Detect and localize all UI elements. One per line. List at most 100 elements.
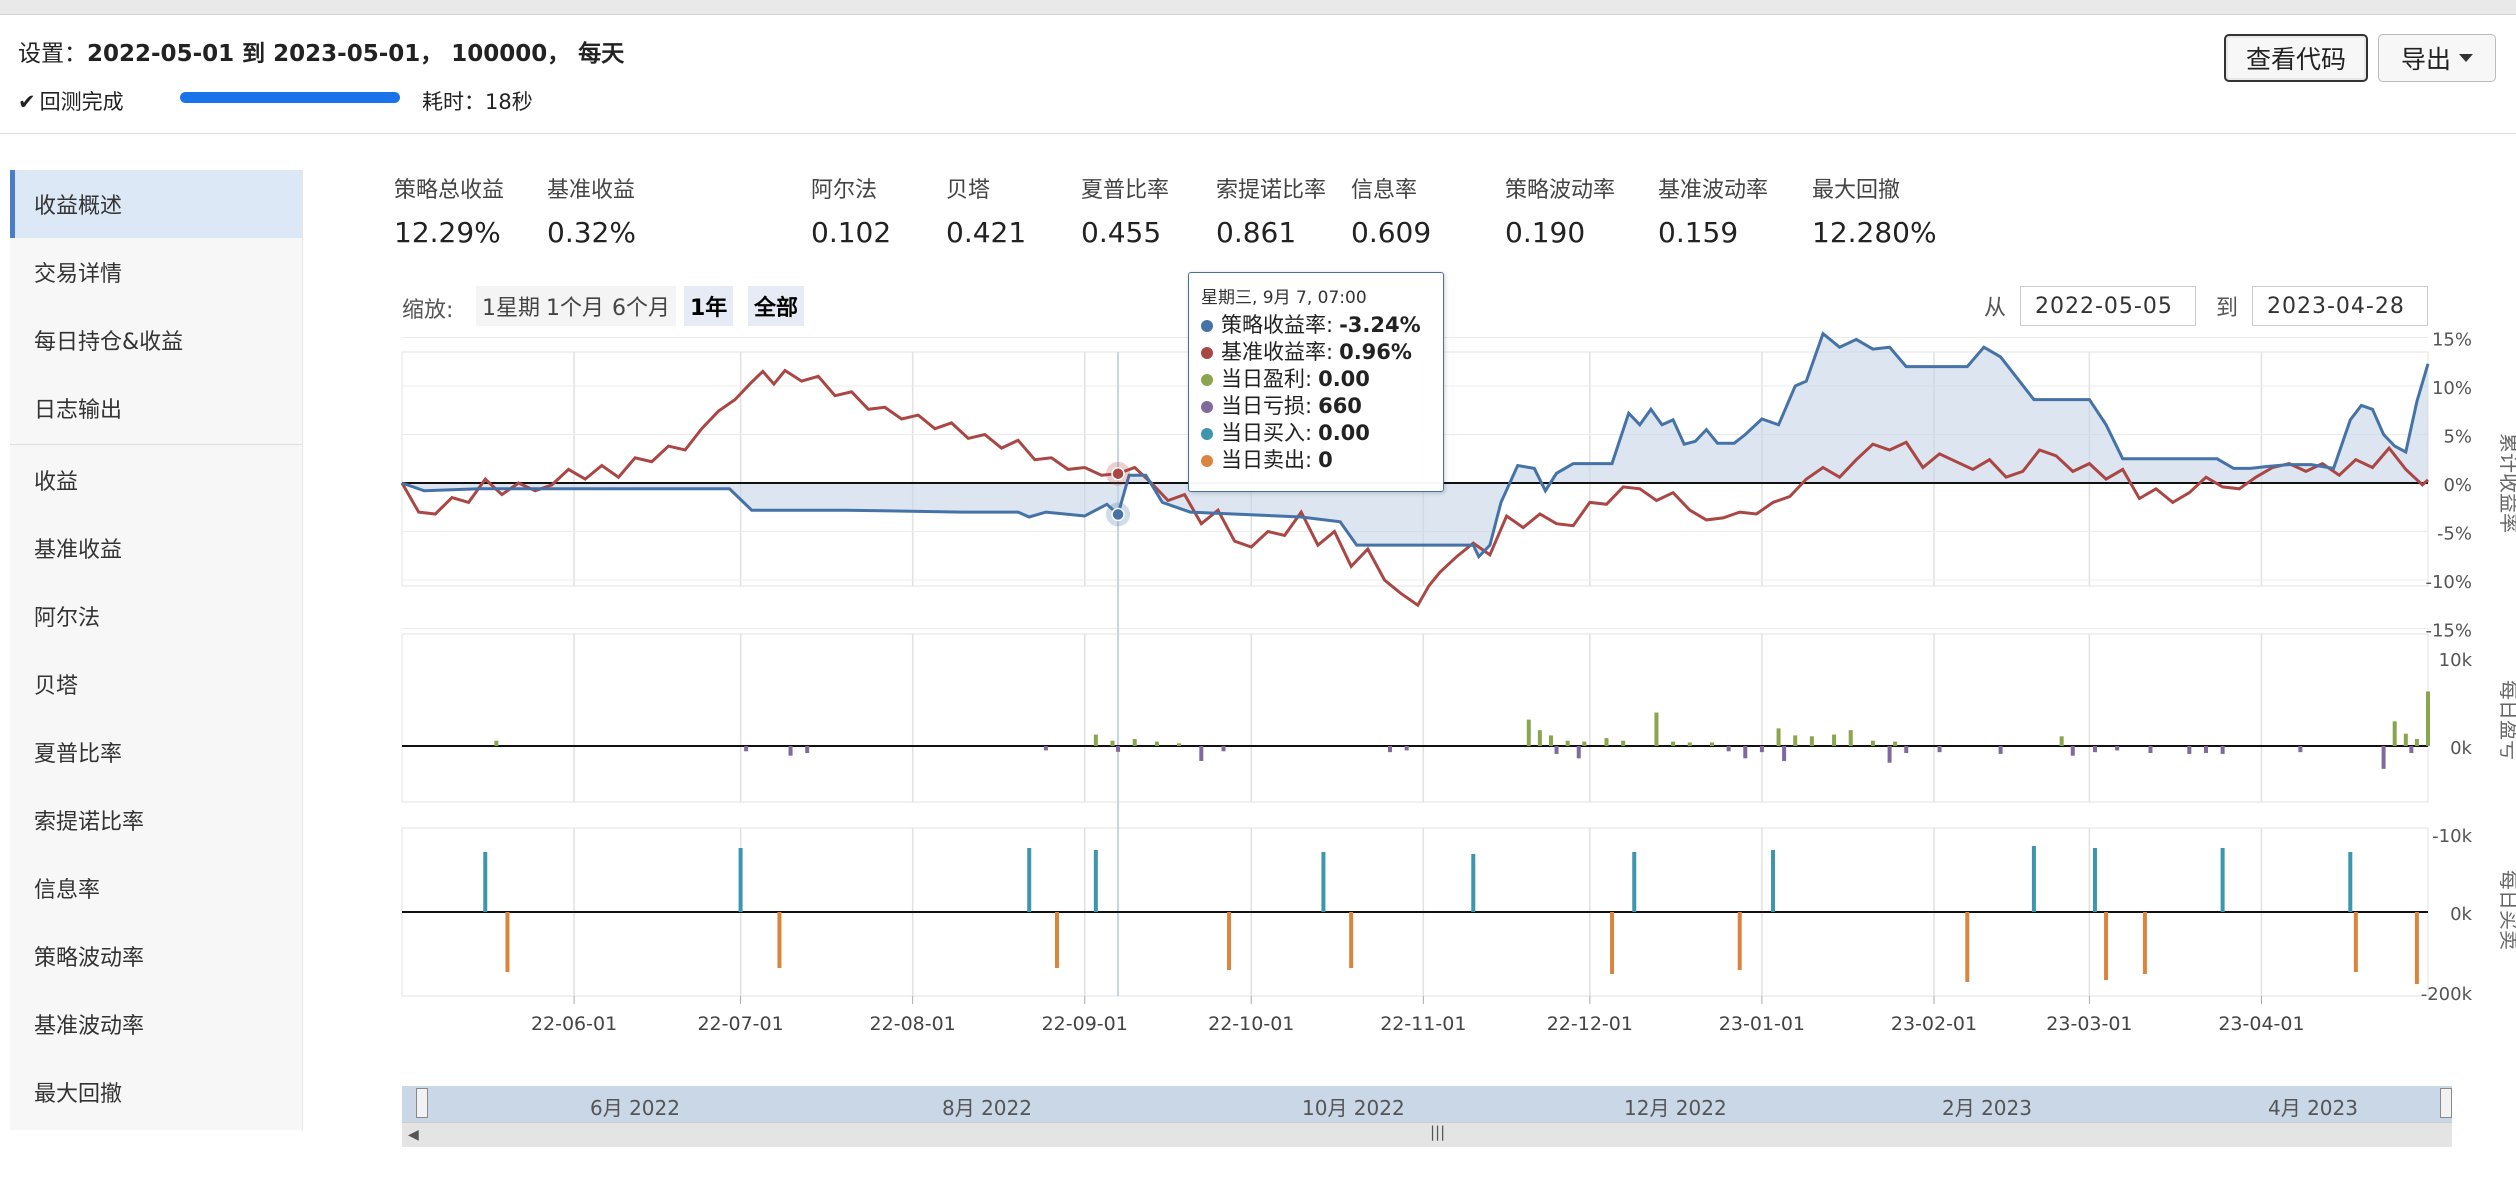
chart-tooltip: 星期三, 9月 7, 07:00 策略收益率: -3.24% 基准收益率: 0.96… bbox=[1188, 272, 1444, 492]
x-tick-label: 23-01-01 bbox=[1719, 1013, 1805, 1035]
loss-bar bbox=[2220, 746, 2225, 754]
buy-bar bbox=[2348, 852, 2353, 912]
tooltip-value: 660 bbox=[1318, 394, 1362, 418]
profit-bar bbox=[1654, 712, 1659, 746]
buy-bar bbox=[483, 852, 488, 912]
profit-bar bbox=[2403, 733, 2408, 746]
profit-bar bbox=[494, 740, 499, 746]
tooltip-row: 策略收益率: -3.24% bbox=[1201, 312, 1431, 339]
tooltip-label: 策略收益率: bbox=[1221, 313, 1334, 337]
buy-bar bbox=[2220, 848, 2225, 912]
buy-bar bbox=[2092, 848, 2097, 912]
y-tick-label: -200k bbox=[2421, 984, 2473, 1005]
buy-bar bbox=[1093, 850, 1098, 912]
loss-bar bbox=[2115, 746, 2120, 751]
sell-bar bbox=[1610, 912, 1615, 974]
scroll-grip-icon[interactable]: ||| bbox=[1430, 1123, 1445, 1141]
tooltip-row: 基准收益率: 0.96% bbox=[1201, 339, 1431, 366]
buy-bar bbox=[2031, 846, 2036, 912]
loss-bar bbox=[1388, 746, 1393, 753]
y-axis-title: 每日买卖 bbox=[2497, 870, 2516, 950]
profit-bar bbox=[1177, 743, 1182, 746]
loss-bar bbox=[1759, 746, 1764, 753]
profit-bar bbox=[2426, 691, 2430, 746]
sell-bar bbox=[2104, 912, 2109, 980]
profit-bar bbox=[1093, 734, 1098, 746]
navigator-month-label: 4月 2023 bbox=[2268, 1096, 2358, 1120]
navigator-scrollbar[interactable]: ◀ ||| bbox=[402, 1122, 2452, 1147]
loss-bar bbox=[1221, 746, 1226, 752]
tooltip-value: 0.00 bbox=[1318, 421, 1370, 445]
profit-bar bbox=[1537, 730, 1542, 746]
tooltip-row: 当日盈利: 0.00 bbox=[1201, 366, 1431, 393]
tooltip-label: 当日亏损: bbox=[1221, 394, 1313, 418]
sell-bar bbox=[1737, 912, 1742, 970]
y-tick-label: 0k bbox=[2450, 904, 2472, 925]
series-dot-icon bbox=[1201, 347, 1213, 359]
profit-bar bbox=[1687, 742, 1692, 746]
profit-bar bbox=[1870, 740, 1875, 746]
navigator-right-handle[interactable] bbox=[2440, 1088, 2452, 1118]
loss-bar bbox=[2381, 746, 2386, 769]
y-axis-title: 累计收益率 bbox=[2497, 433, 2516, 533]
loss-bar bbox=[2298, 746, 2303, 753]
y-tick-label: -15% bbox=[2425, 621, 2472, 642]
scroll-left-icon[interactable]: ◀ bbox=[408, 1127, 419, 1143]
sell-bar bbox=[2353, 912, 2358, 972]
x-tick-label: 22-12-01 bbox=[1547, 1013, 1633, 1035]
loss-bar bbox=[744, 746, 749, 752]
profit-bar bbox=[1832, 734, 1837, 746]
profit-bar bbox=[1526, 719, 1531, 746]
range-navigator[interactable]: 6月 2022 8月 2022 10月 2022 12月 2022 2月 202… bbox=[402, 1086, 2452, 1122]
tooltip-label: 当日盈利: bbox=[1221, 367, 1313, 391]
sell-bar bbox=[2414, 912, 2419, 984]
sell-bar bbox=[1349, 912, 1354, 968]
profit-bar bbox=[1548, 735, 1553, 746]
sell-bar bbox=[1227, 912, 1232, 970]
loss-bar bbox=[1743, 746, 1748, 759]
loss-bar bbox=[1887, 746, 1892, 763]
tooltip-row: 当日卖出: 0 bbox=[1201, 447, 1431, 474]
y-tick-label: 0k bbox=[2450, 738, 2472, 759]
profit-bar bbox=[1154, 741, 1159, 746]
profit-bar bbox=[1110, 740, 1115, 746]
tooltip-label: 基准收益率: bbox=[1221, 340, 1334, 364]
profit-bar bbox=[1671, 741, 1676, 746]
y-tick-label: 10k bbox=[2439, 650, 2473, 671]
loss-bar bbox=[805, 746, 810, 754]
tooltip-label: 当日卖出: bbox=[1221, 448, 1313, 472]
backtest-charts[interactable]: 15% 10% 5% 0% -5% -10% -15% 累计收益率 10k 0k -10k 每日盈亏… bbox=[0, 0, 2516, 1184]
loss-bar bbox=[2187, 746, 2192, 754]
profit-bar bbox=[1809, 736, 1814, 746]
loss-bar bbox=[788, 746, 793, 756]
loss-bar bbox=[1726, 746, 1731, 752]
series-dot-icon bbox=[1201, 401, 1213, 413]
profit-bar bbox=[1565, 740, 1570, 746]
tooltip-value: -3.24% bbox=[1339, 313, 1421, 337]
loss-bar bbox=[1998, 746, 2003, 754]
loss-bar bbox=[1554, 746, 1559, 754]
buy-bar bbox=[1632, 852, 1637, 912]
series-dot-icon bbox=[1201, 320, 1213, 332]
profit-bar bbox=[1776, 728, 1781, 746]
tooltip-value: 0.96% bbox=[1339, 340, 1412, 364]
loss-bar bbox=[1904, 746, 1909, 754]
y-tick-label: -10k bbox=[2432, 826, 2472, 847]
loss-bar bbox=[1116, 746, 1121, 752]
profit-bar bbox=[2059, 736, 2064, 746]
navigator-left-handle[interactable] bbox=[416, 1088, 428, 1118]
strategy-hover-point bbox=[1111, 507, 1125, 522]
x-axis: 22-06-01 22-07-01 22-08-01 22-09-01 22-10-01… bbox=[531, 996, 2305, 1035]
series-dot-icon bbox=[1201, 455, 1213, 467]
profit-bar bbox=[2392, 721, 2397, 746]
loss-bar bbox=[1404, 746, 1409, 751]
profit-bar bbox=[1848, 730, 1853, 746]
benchmark-hover-point bbox=[1111, 466, 1125, 481]
loss-bar bbox=[2409, 746, 2414, 754]
loss-bar bbox=[1782, 746, 1787, 761]
sell-bar bbox=[777, 912, 782, 968]
loss-bar bbox=[1576, 746, 1581, 759]
loss-bar bbox=[1043, 746, 1048, 751]
y-tick-label: 5% bbox=[2443, 427, 2472, 448]
y-tick-label: 0% bbox=[2443, 475, 2472, 496]
